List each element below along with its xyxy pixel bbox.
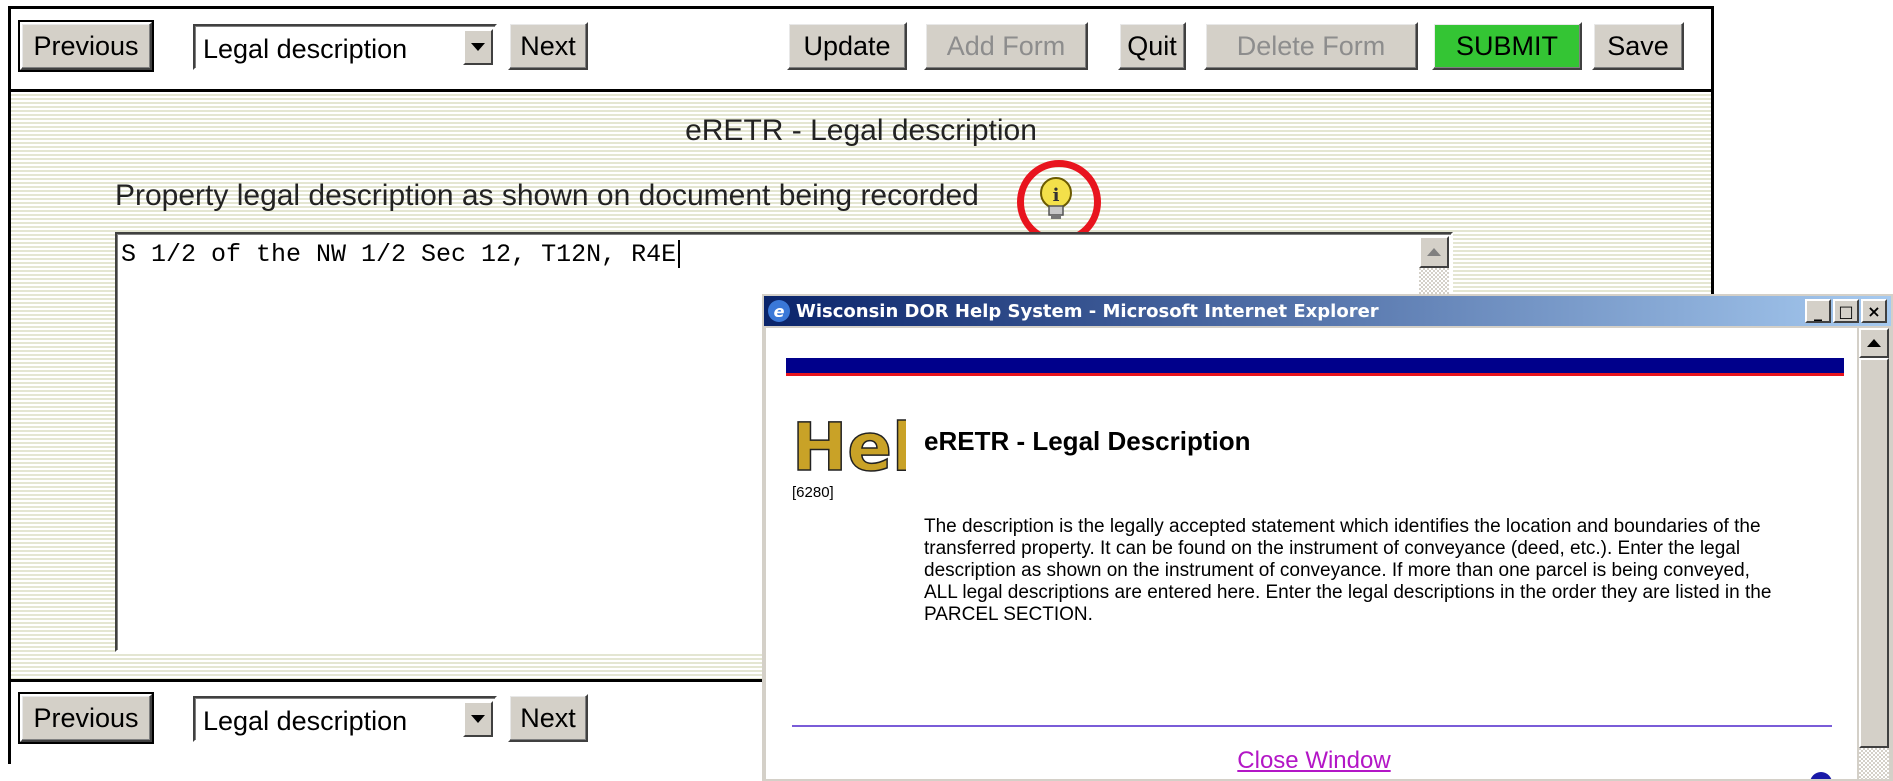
popup-titlebar[interactable]: e Wisconsin DOR Help System - Microsoft … [764,296,1891,326]
previous-button[interactable]: Previous [18,20,154,72]
update-button[interactable]: Update [787,22,907,70]
help-topic-id: [6280] [792,484,834,501]
popup-window-title: Wisconsin DOR Help System - Microsoft In… [796,300,1379,322]
svg-text:Help: Help [792,409,906,486]
save-button[interactable]: Save [1592,22,1684,70]
scrollbar-thumb[interactable] [1859,358,1889,748]
legal-description-prompt: Property legal description as shown on d… [115,179,979,212]
next-button-bottom[interactable]: Next [508,694,588,742]
textarea-scrollbar-track[interactable] [1419,268,1449,294]
help-heading: eRETR - Legal Description [924,426,1251,456]
minimize-button[interactable]: _ [1805,299,1831,323]
top-toolbar: Previous Legal description Next Update A… [11,9,1711,92]
internet-explorer-icon: e [768,300,790,322]
section-select-value: Legal description [203,33,408,64]
help-logo-icon: Help [791,408,906,486]
window-controls: _ □ × [1805,299,1887,323]
next-button[interactable]: Next [508,22,588,70]
section-select-bottom[interactable]: Legal description [193,696,497,742]
legal-description-value: S 1/2 of the NW 1/2 Sec 12, T12N, R4E [121,240,677,269]
maximize-button[interactable]: □ [1833,299,1859,323]
chevron-down-icon[interactable] [463,29,493,65]
close-window-link[interactable]: Close Window [766,747,1857,775]
popup-scrollbar[interactable] [1859,328,1889,779]
scroll-up-icon[interactable] [1419,236,1449,268]
submit-button[interactable]: SUBMIT [1432,22,1582,70]
help-body-text: The description is the legally accepted … [924,516,1772,625]
section-select-bottom-value: Legal description [203,705,408,736]
scroll-up-icon[interactable] [1859,328,1889,358]
help-content: Help eRETR - Legal Description [6280] Th… [766,328,1857,779]
add-form-button[interactable]: Add Form [924,22,1088,70]
previous-button-bottom[interactable]: Previous [18,692,154,744]
form-title: eRETR - Legal description [685,114,1037,147]
quit-button[interactable]: Quit [1118,22,1186,70]
delete-form-button[interactable]: Delete Form [1204,22,1418,70]
close-window-button[interactable]: × [1861,299,1887,323]
section-select[interactable]: Legal description [193,24,497,70]
chevron-down-icon[interactable] [463,701,493,737]
text-caret [678,240,681,269]
help-header-bar [786,358,1844,376]
help-popup-window: e Wisconsin DOR Help System - Microsoft … [762,294,1893,781]
help-divider [792,725,1832,727]
